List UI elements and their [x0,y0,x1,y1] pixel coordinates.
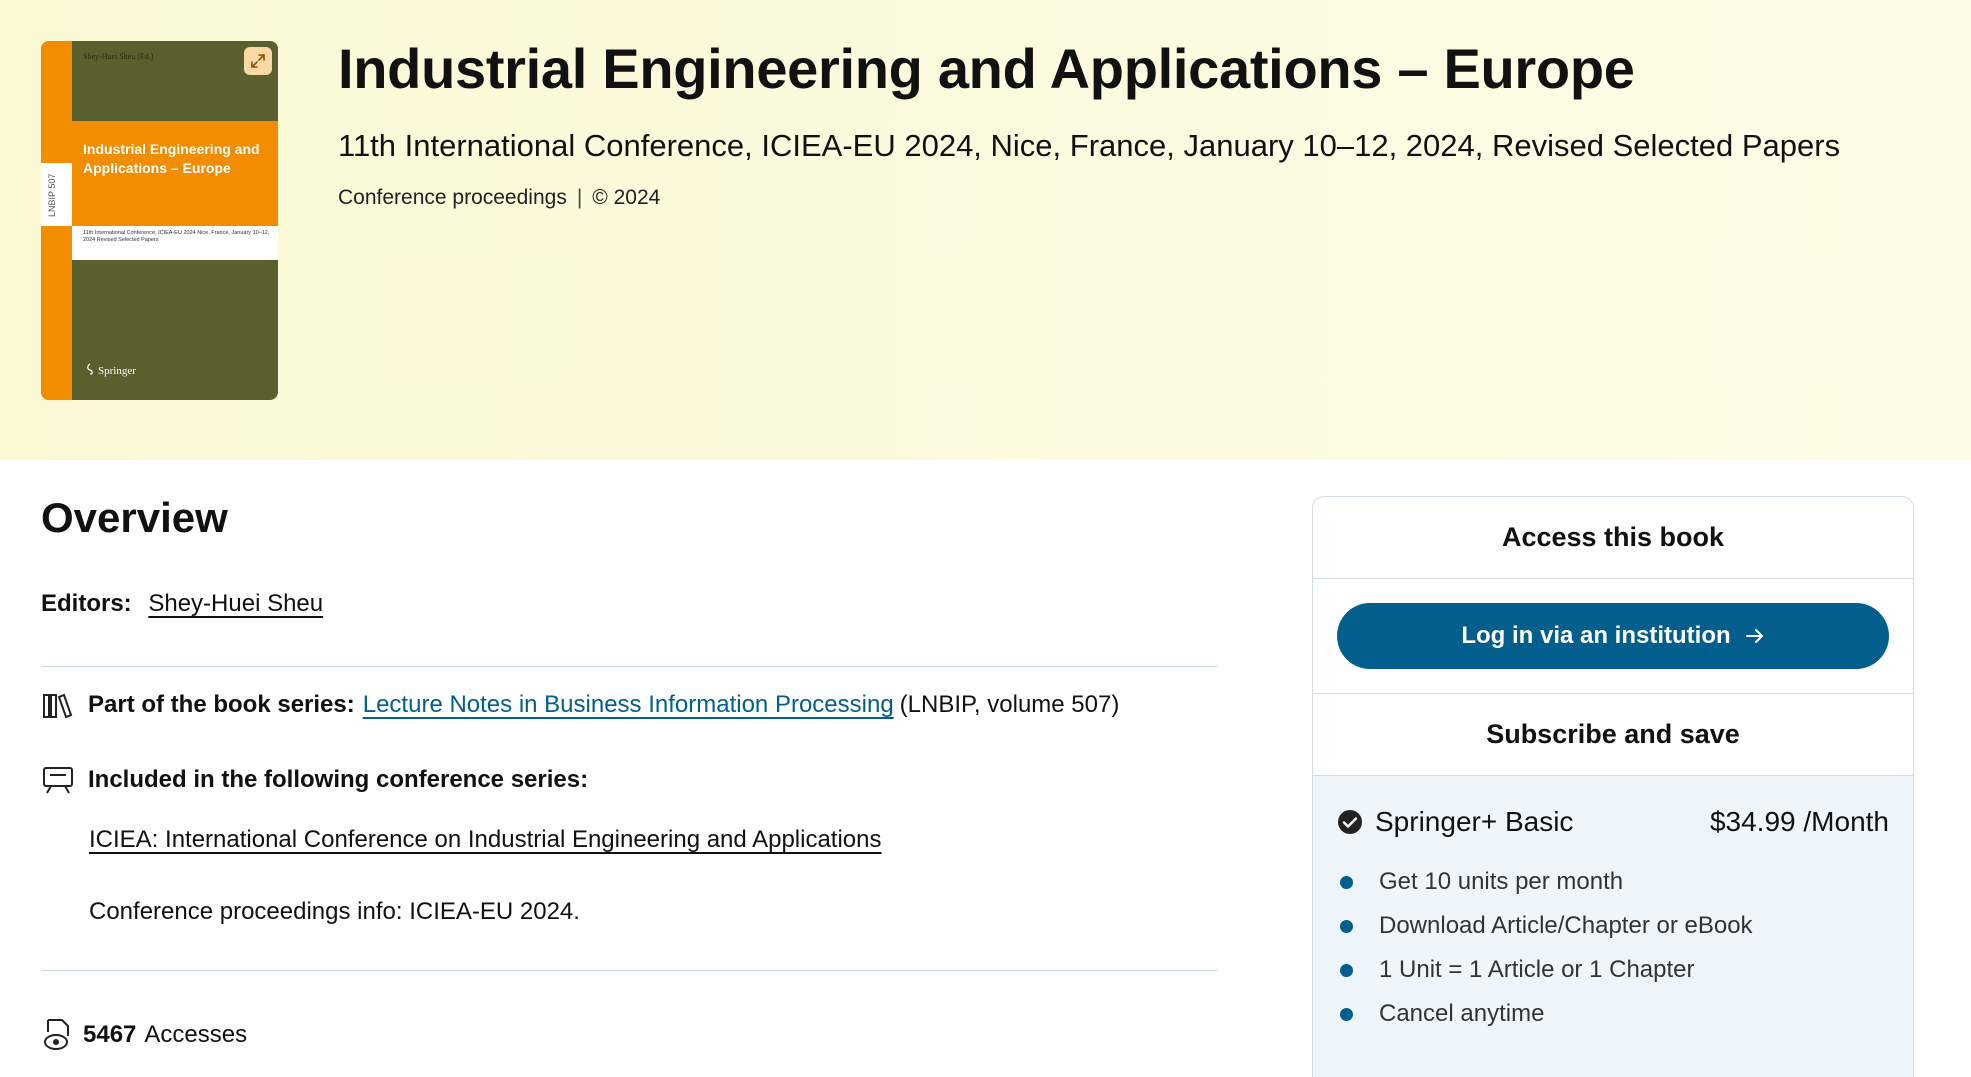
copyright-year: © 2024 [592,186,661,209]
content-type: Conference proceedings [338,186,567,209]
editors-line: Editors: Shey-Huei Sheu [41,590,323,618]
accesses-line: 5467 Accesses [41,1018,247,1052]
access-panel: Access this book Log in via an instituti… [1312,496,1914,1077]
login-label: Log in via an institution [1461,622,1731,649]
cover-editor: Shey-Huei Sheu (Ed.) [83,52,154,61]
plan-price: $34.99 /Month [1709,806,1889,837]
plan-features: Get 10 units per month Download Article/… [1337,860,1889,1036]
book-series-line: Part of the book series: Lecture Notes i… [41,688,1119,722]
subscribe-heading: Subscribe and save [1313,694,1913,776]
editor-link[interactable]: Shey-Huei Sheu [148,590,323,617]
book-cover[interactable]: LNBIP 507 Shey-Huei Sheu (Ed.) Industria… [41,41,278,400]
book-meta: Conference proceedings | © 2024 [338,186,660,210]
accesses-count: 5467 [83,1021,137,1048]
conference-series-line: Included in the following conference ser… [41,763,596,797]
list-item: Cancel anytime [1337,992,1889,1036]
cover-title: Industrial Engineering and Applications … [83,141,260,176]
institution-login-button[interactable]: Log in via an institution [1337,603,1889,669]
bullet-icon [1340,875,1353,889]
expand-cover-icon[interactable] [244,47,272,75]
check-circle-icon [1338,810,1362,834]
bullet-icon [1340,1007,1353,1021]
list-item: Download Article/Chapter or eBook [1337,904,1889,948]
editors-label: Editors: [41,590,132,617]
series-label: Part of the book series: [88,691,355,718]
series-link[interactable]: Lecture Notes in Business Information Pr… [363,691,894,719]
springer-logo-icon [87,363,93,375]
access-heading: Access this book [1313,497,1913,579]
conference-label: Included in the following conference ser… [88,766,589,793]
bullet-icon [1340,963,1353,977]
arrow-right-icon [1745,629,1763,643]
book-header: LNBIP 507 Shey-Huei Sheu (Ed.) Industria… [0,0,1971,460]
overview-heading: Overview [41,494,228,541]
divider [41,666,1217,667]
books-icon [41,688,75,722]
plan-name: Springer+ Basic [1375,806,1574,837]
login-section: Log in via an institution [1313,579,1913,694]
bullet-icon [1340,919,1353,933]
conference-series-link[interactable]: ICIEA: International Conference on Indus… [89,826,882,854]
subscription-plan[interactable]: Springer+ Basic $34.99 /Month Get 10 uni… [1313,776,1913,1077]
list-item: 1 Unit = 1 Article or 1 Chapter [1337,948,1889,992]
series-volume: (LNBIP, volume 507) [899,691,1120,718]
accesses-label: Accesses [144,1021,248,1048]
meta-separator: | [576,186,583,209]
conference-info: Conference proceedings info: ICIEA-EU 20… [89,898,580,925]
cover-spine-label: LNBIP 507 [47,173,57,217]
presentation-icon [41,763,75,797]
cover-subtitle: 11th International Conference, ICIEA-EU … [83,230,270,243]
page-subtitle: 11th International Conference, ICIEA-EU … [338,128,1841,163]
page-title: Industrial Engineering and Applications … [338,37,1635,100]
list-item: Get 10 units per month [1337,860,1889,904]
accesses-icon [41,1018,75,1052]
divider [41,970,1217,971]
cover-publisher: Springer [85,363,136,377]
